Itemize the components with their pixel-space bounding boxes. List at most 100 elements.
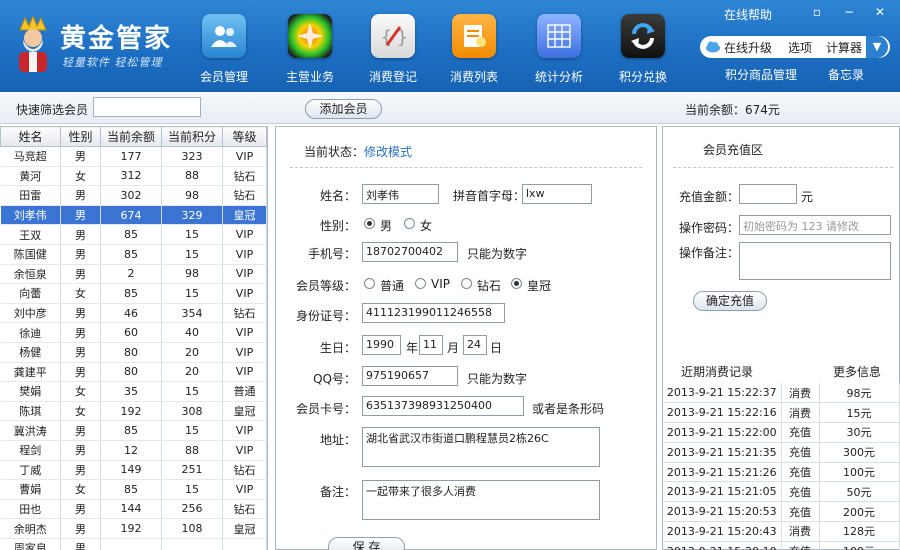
birth-year-field[interactable]: 1990 xyxy=(362,335,401,355)
table-cell: 98 xyxy=(161,264,223,285)
memo-link[interactable]: 备忘录 xyxy=(828,66,864,83)
column-header[interactable]: 性别 xyxy=(60,126,101,147)
table-row[interactable]: 刘孝伟男 674 329 皇冠 xyxy=(0,205,267,226)
record-row[interactable]: 2013-9-21 15:20:53 充值 200元 xyxy=(663,501,900,523)
table-row[interactable]: 樊娟女 35 15 普通 xyxy=(0,381,267,402)
confirm-recharge-button[interactable]: 确定充值 xyxy=(693,291,767,311)
online-help-link[interactable]: 在线帮助 xyxy=(724,6,772,23)
register-icon: {} xyxy=(371,14,415,58)
nav-main-business[interactable]: 主营业务 xyxy=(274,14,346,88)
phone-field[interactable]: 18702700402 xyxy=(362,242,458,262)
table-cell: 樊娟 xyxy=(0,381,61,402)
remark-field[interactable]: 一起带来了很多人消费 xyxy=(362,480,600,520)
operation-remark-field[interactable] xyxy=(739,242,891,280)
birth-month-field[interactable]: 11 xyxy=(419,335,443,355)
table-row[interactable]: 田也男 144 256 钻石 xyxy=(0,499,267,520)
nav-statistics[interactable]: 统计分析 xyxy=(523,14,595,88)
calculator-button[interactable]: 计算器 xyxy=(826,39,862,56)
table-cell: 田也 xyxy=(0,499,61,520)
svg-text:{: { xyxy=(381,27,392,48)
table-cell: 男 xyxy=(60,538,101,550)
table-row[interactable]: 丁威男 149 251 钻石 xyxy=(0,460,267,481)
online-upgrade-button[interactable]: 在线升级 xyxy=(724,39,772,56)
table-row[interactable]: 陈琪女 192 308 皇冠 xyxy=(0,401,267,422)
birthday-label: 生日： xyxy=(319,341,356,355)
record-row[interactable]: 2013-9-21 15:20:43 消费 128元 xyxy=(663,521,900,542)
filter-input[interactable] xyxy=(93,97,201,117)
add-member-button[interactable]: 添加会员 xyxy=(305,99,382,119)
filter-label: 快速筛选会员 xyxy=(16,103,89,117)
table-row[interactable]: 田雷男 302 98 钻石 xyxy=(0,185,267,206)
table-row[interactable]: 刘中彦男 46 354 钻石 xyxy=(0,303,267,324)
table-row[interactable]: 陈国健男 85 15 VIP xyxy=(0,244,267,265)
card-number-field[interactable]: 635137398931250400 xyxy=(362,396,524,416)
column-header[interactable]: 当前余额 xyxy=(100,126,162,147)
stats-icon xyxy=(537,14,581,58)
radio-label: 女 xyxy=(420,219,433,233)
name-field[interactable]: 刘孝伟 xyxy=(362,184,439,204)
birth-day-field[interactable]: 24 xyxy=(463,335,487,355)
id-label: 身份证号： xyxy=(295,309,356,323)
column-header[interactable]: 当前积分 xyxy=(161,126,223,147)
table-row[interactable]: 程剑男 12 88 VIP xyxy=(0,440,267,461)
save-button[interactable]: 保 存 xyxy=(328,537,405,550)
nav-label: 统计分析 xyxy=(534,70,583,84)
table-row[interactable]: 向蕾女 85 15 VIP xyxy=(0,283,267,304)
table-cell: 刘孝伟 xyxy=(0,205,61,226)
record-row[interactable]: 2013-9-21 15:20:10充值100元 xyxy=(663,541,900,550)
table-row[interactable]: 余恒泉男 2 98 VIP xyxy=(0,264,267,285)
table-cell: 85 xyxy=(100,224,162,245)
table-cell: 308 xyxy=(161,401,223,422)
record-row[interactable]: 2013-9-21 15:22:16 消费 15元 xyxy=(663,402,900,424)
table-cell: 男 xyxy=(60,420,101,441)
table-cell xyxy=(222,538,267,550)
table-cell: 15 xyxy=(161,283,223,304)
app-slogan: 轻量软件 轻松管理 xyxy=(62,56,163,69)
table-row[interactable]: 王双男 85 15 VIP xyxy=(0,224,267,245)
nav-consume-list[interactable]: 消费列表 xyxy=(438,14,510,88)
radio-label: VIP xyxy=(431,277,450,291)
options-button[interactable]: 选项 xyxy=(788,39,812,56)
points-goods-link[interactable]: 积分商品管理 xyxy=(725,66,797,83)
nav-points-exchange[interactable]: 积分兑换 xyxy=(607,14,679,88)
level-crown-radio[interactable] xyxy=(511,278,522,289)
close-icon[interactable]: ✕ xyxy=(869,4,891,20)
more-info-link[interactable]: 更多信息 xyxy=(833,363,881,380)
qq-field[interactable]: 975190657 xyxy=(362,366,458,386)
column-header[interactable]: 等级 xyxy=(222,126,267,147)
pinyin-field[interactable]: lxw xyxy=(522,184,592,204)
table-row[interactable]: 徐迪男 60 40 VIP xyxy=(0,322,267,343)
record-row[interactable]: 2013-9-21 15:21:35 充值 300元 xyxy=(663,442,900,463)
level-normal-radio[interactable] xyxy=(364,278,375,289)
address-field[interactable]: 湖北省武汉市街道口鹏程慧员2栋26C xyxy=(362,427,600,467)
gender-male-radio[interactable] xyxy=(364,218,375,229)
record-row[interactable]: 2013-9-21 15:21:05 充值 50元 xyxy=(663,481,900,503)
record-row[interactable]: 2013-9-21 15:21:26 充值 100元 xyxy=(663,462,900,483)
level-vip-radio[interactable] xyxy=(415,278,426,289)
recharge-amount-field[interactable] xyxy=(739,184,797,204)
record-cell: 98元 xyxy=(819,383,900,404)
level-diamond-radio[interactable] xyxy=(461,278,472,289)
gender-female-radio[interactable] xyxy=(404,218,415,229)
level-label: 会员等级： xyxy=(295,279,356,293)
table-row[interactable]: 冀洪涛男 85 15 VIP xyxy=(0,420,267,441)
nav-consume-register[interactable]: {} 消费登记 xyxy=(357,14,429,88)
minimize-icon[interactable]: − xyxy=(838,4,860,20)
column-header[interactable]: 姓名 xyxy=(0,126,61,147)
operation-password-field[interactable]: 初始密码为 123 请修改 xyxy=(739,215,891,235)
id-number-field[interactable]: 411123199011246558 xyxy=(362,303,505,323)
table-row[interactable]: 杨健男 80 20 VIP xyxy=(0,342,267,363)
table-row[interactable]: 龚建平男 80 20 VIP xyxy=(0,362,267,383)
table-row[interactable]: 黄河女 312 88 钻石 xyxy=(0,166,267,187)
table-row[interactable]: 余明杰男 192 108 皇冠 xyxy=(0,518,267,539)
table-row[interactable]: 曹娟女 85 15 VIP xyxy=(0,479,267,500)
restore-icon[interactable]: ▫ xyxy=(806,4,828,20)
record-row[interactable]: 2013-9-21 15:22:37 消费 98元 xyxy=(663,383,900,404)
record-row[interactable]: 2013-9-21 15:22:00 充值 30元 xyxy=(663,422,900,443)
year-unit: 年 xyxy=(406,341,419,355)
nav-member-management[interactable]: 会员管理 xyxy=(188,14,260,88)
table-cell: VIP xyxy=(222,322,267,343)
table-row[interactable]: 马竞超男 177 323 VIP xyxy=(0,146,267,167)
table-row[interactable]: 周家良男 xyxy=(0,538,267,550)
chevron-down-icon[interactable]: ▼ xyxy=(866,36,888,58)
